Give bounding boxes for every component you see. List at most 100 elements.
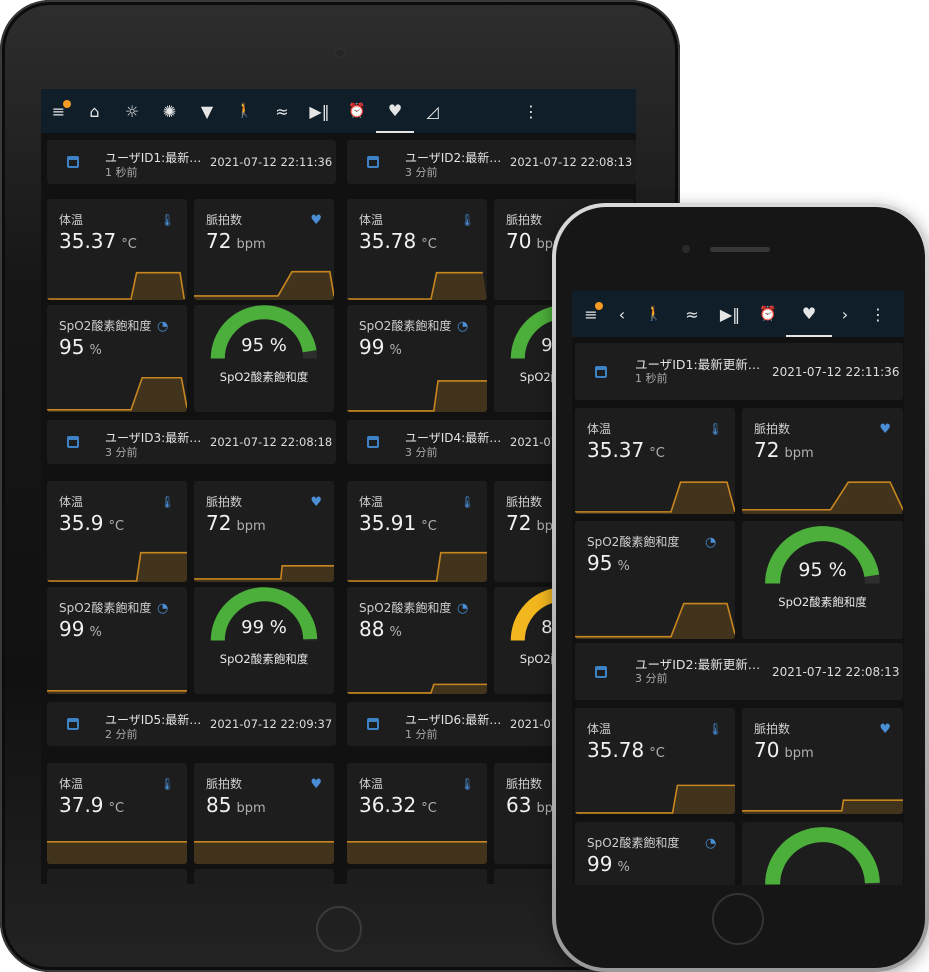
walking-tab[interactable]: 🚶 — [226, 89, 263, 133]
spo2-card: SpO2酸素飽和度 95% ◔ — [575, 521, 735, 639]
updated-ago: 1 秒前 — [105, 166, 138, 179]
chevron-left-tab[interactable]: ‹ — [610, 291, 634, 337]
more-tab[interactable]: ⋮ — [858, 291, 898, 337]
phone-home-button[interactable] — [712, 893, 764, 945]
updated-ago: 3 分前 — [405, 166, 438, 179]
timestamp: 2021-07-12 22:08:18 — [210, 435, 333, 449]
heartbeat-icon: ♥ — [310, 213, 322, 228]
card-label: 脈拍数 — [206, 777, 243, 791]
desk-lamp-tab[interactable]: ▼ — [188, 89, 226, 133]
gauge-name: SpO2酸素飽和度 — [778, 594, 867, 609]
card-value: 95% — [587, 551, 630, 575]
sparkline-area — [347, 552, 487, 582]
value-number: 35.91 — [359, 511, 417, 535]
home-tab[interactable]: ⌂ — [76, 89, 113, 133]
value-unit: bpm — [236, 237, 266, 252]
card-label: 体温 — [59, 777, 84, 791]
value-number: 99 — [587, 852, 613, 876]
sparkline-area — [47, 841, 187, 864]
updated-ago: 3 分前 — [635, 672, 668, 685]
value-unit: % — [89, 625, 102, 640]
play-pause-icon: ▶‖ — [719, 304, 741, 324]
card-label: 脈拍数 — [754, 722, 791, 736]
card-label: 体温 — [59, 213, 84, 227]
spo2-gauge-card: 99 % SpO2酸素飽和度 — [194, 587, 334, 694]
timestamp: 2021-07-12 22:11:36 — [210, 155, 333, 169]
heartbeat-tab[interactable]: ♥ — [786, 291, 832, 337]
value-unit: °C — [649, 446, 665, 461]
speedometer-icon: ◔ — [457, 601, 469, 616]
calendar-icon — [595, 665, 607, 678]
gauge-svg — [210, 587, 318, 641]
card-value: 35.78 °C — [587, 738, 665, 762]
sparkline-area — [742, 800, 903, 814]
calendar-icon — [595, 365, 607, 378]
chevron-right-tab[interactable]: › — [832, 291, 858, 337]
menu-tab[interactable]: ≡ — [572, 291, 610, 337]
value-unit: % — [389, 343, 402, 358]
card-label: 脈拍数 — [506, 213, 543, 227]
sparkline-area — [347, 272, 487, 300]
notification-badge — [595, 302, 603, 310]
card-value: 70 bpm — [754, 738, 814, 762]
user-header: ユーザID1:最新… 1 秒前 2021-07-12 22:11:36 — [47, 140, 336, 184]
card-value: 72 bpm — [206, 511, 266, 535]
heartbeat-icon: ♥ — [801, 303, 817, 323]
phone-speaker — [710, 247, 770, 252]
sparkline-area — [47, 377, 187, 412]
spo2-card: SpO2酸素飽和度 88% ◔ — [347, 587, 487, 694]
tablet-top-bar: ≡ ⌂ ☼ ✺ ▼ 🚶 ≈ ▶‖ ⏰ ♥ ◿ ⋮ — [41, 89, 636, 133]
value-number: 35.78 — [359, 229, 417, 253]
chevron-left-icon: ‹ — [618, 304, 626, 324]
alarm-icon: ⏰ — [348, 103, 366, 119]
value-unit: °C — [108, 519, 125, 534]
card-label: SpO2酸素飽和度 — [587, 836, 680, 850]
notification-badge — [62, 100, 71, 108]
phone-camera — [682, 245, 690, 253]
walking-tab[interactable]: 🚶 — [634, 291, 674, 337]
sparkline-area — [47, 552, 187, 582]
value-unit: °C — [121, 237, 137, 252]
thermometer-icon: 🌡 — [459, 213, 475, 227]
card-value: 99% — [587, 852, 630, 876]
pulse-card: 脈拍数 85 bpm ♥ — [194, 763, 334, 864]
user-header: ユーザID3:最新… 3 分前 2021-07-12 22:08:18 — [47, 420, 336, 464]
tablet-home-button[interactable] — [316, 906, 362, 952]
play-pause-icon: ▶‖ — [309, 101, 330, 121]
heartbeat-tab[interactable]: ♥ — [376, 89, 414, 133]
card-value: 88% — [359, 617, 402, 641]
gauge-value: 99 % — [241, 617, 287, 639]
value-unit: % — [389, 625, 402, 640]
thermometer-icon: 🌡 — [707, 422, 723, 436]
mockup-stage: ≡ ⌂ ☼ ✺ ▼ 🚶 ≈ ▶‖ ⏰ ♥ ◿ ⋮ ユーザID1:最新… 1 秒前 2021-07-12 2… — [0, 0, 929, 972]
alarm-tab[interactable]: ⏰ — [338, 89, 376, 133]
sparkline-area — [347, 380, 487, 412]
tablet-camera — [335, 48, 345, 58]
play-pause-tab[interactable]: ▶‖ — [301, 89, 338, 133]
desk-lamp-icon: ▼ — [200, 101, 214, 121]
gauge-svg — [765, 827, 880, 885]
value-number: 35.9 — [59, 511, 104, 535]
card-value: 35.37 °C — [59, 229, 137, 253]
card-label: 脈拍数 — [506, 777, 543, 791]
spo2-card: SpO2酸素飽和度 99% ◔ — [347, 305, 487, 412]
heartbeat-icon: ♥ — [310, 495, 322, 510]
updated-ago: 2 分前 — [105, 728, 138, 741]
menu-tab[interactable]: ≡ — [41, 89, 76, 133]
card-row-blank-a — [347, 869, 487, 884]
pool-tab[interactable]: ≈ — [263, 89, 301, 133]
area-chart-tab[interactable]: ◿ — [414, 89, 451, 133]
pool-tab[interactable]: ≈ — [674, 291, 710, 337]
bulb-tab[interactable]: ✺ — [151, 89, 188, 133]
thermometer-icon: 🌡 — [159, 777, 175, 791]
more-tab[interactable]: ⋮ — [451, 89, 611, 133]
speedometer-icon: ◔ — [705, 836, 717, 851]
alarm-tab[interactable]: ⏰ — [750, 291, 786, 337]
sparkline-area — [575, 603, 735, 639]
gauge-name: SpO2酸素飽和度 — [219, 651, 309, 666]
value-unit: °C — [108, 801, 125, 816]
temperature-card: 体温 35.9 °C 🌡 — [47, 481, 187, 582]
sun-tab[interactable]: ☼ — [113, 89, 151, 133]
play-pause-tab[interactable]: ▶‖ — [710, 291, 750, 337]
value-number: 70 — [506, 229, 532, 253]
